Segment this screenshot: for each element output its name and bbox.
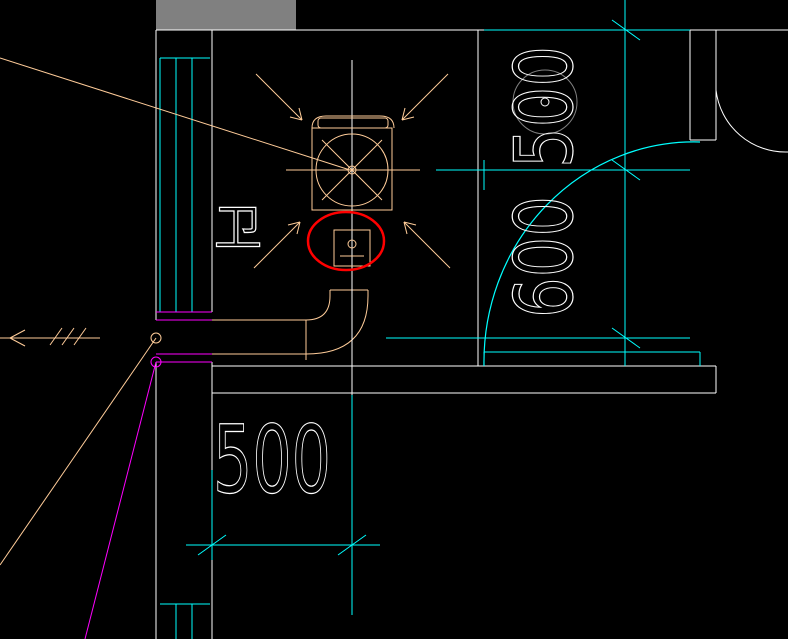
cad-drawing[interactable]: 500 500 600 卫: [0, 0, 788, 639]
cad-canvas[interactable]: 500 500 600 卫: [0, 0, 788, 639]
dimension-600-vertical: 600: [498, 196, 591, 318]
room-label: 卫: [214, 200, 262, 256]
wall-outlines: [155, 29, 788, 639]
dimension-500-vertical: 500: [498, 46, 591, 168]
highlight-circle: [306, 210, 386, 272]
dimension-500-bottom: 500: [213, 406, 331, 515]
magenta-lines: [84, 311, 212, 639]
door-arc-white: [715, 89, 788, 153]
grey-block: [156, 0, 296, 30]
fixture-unit: [311, 115, 395, 211]
